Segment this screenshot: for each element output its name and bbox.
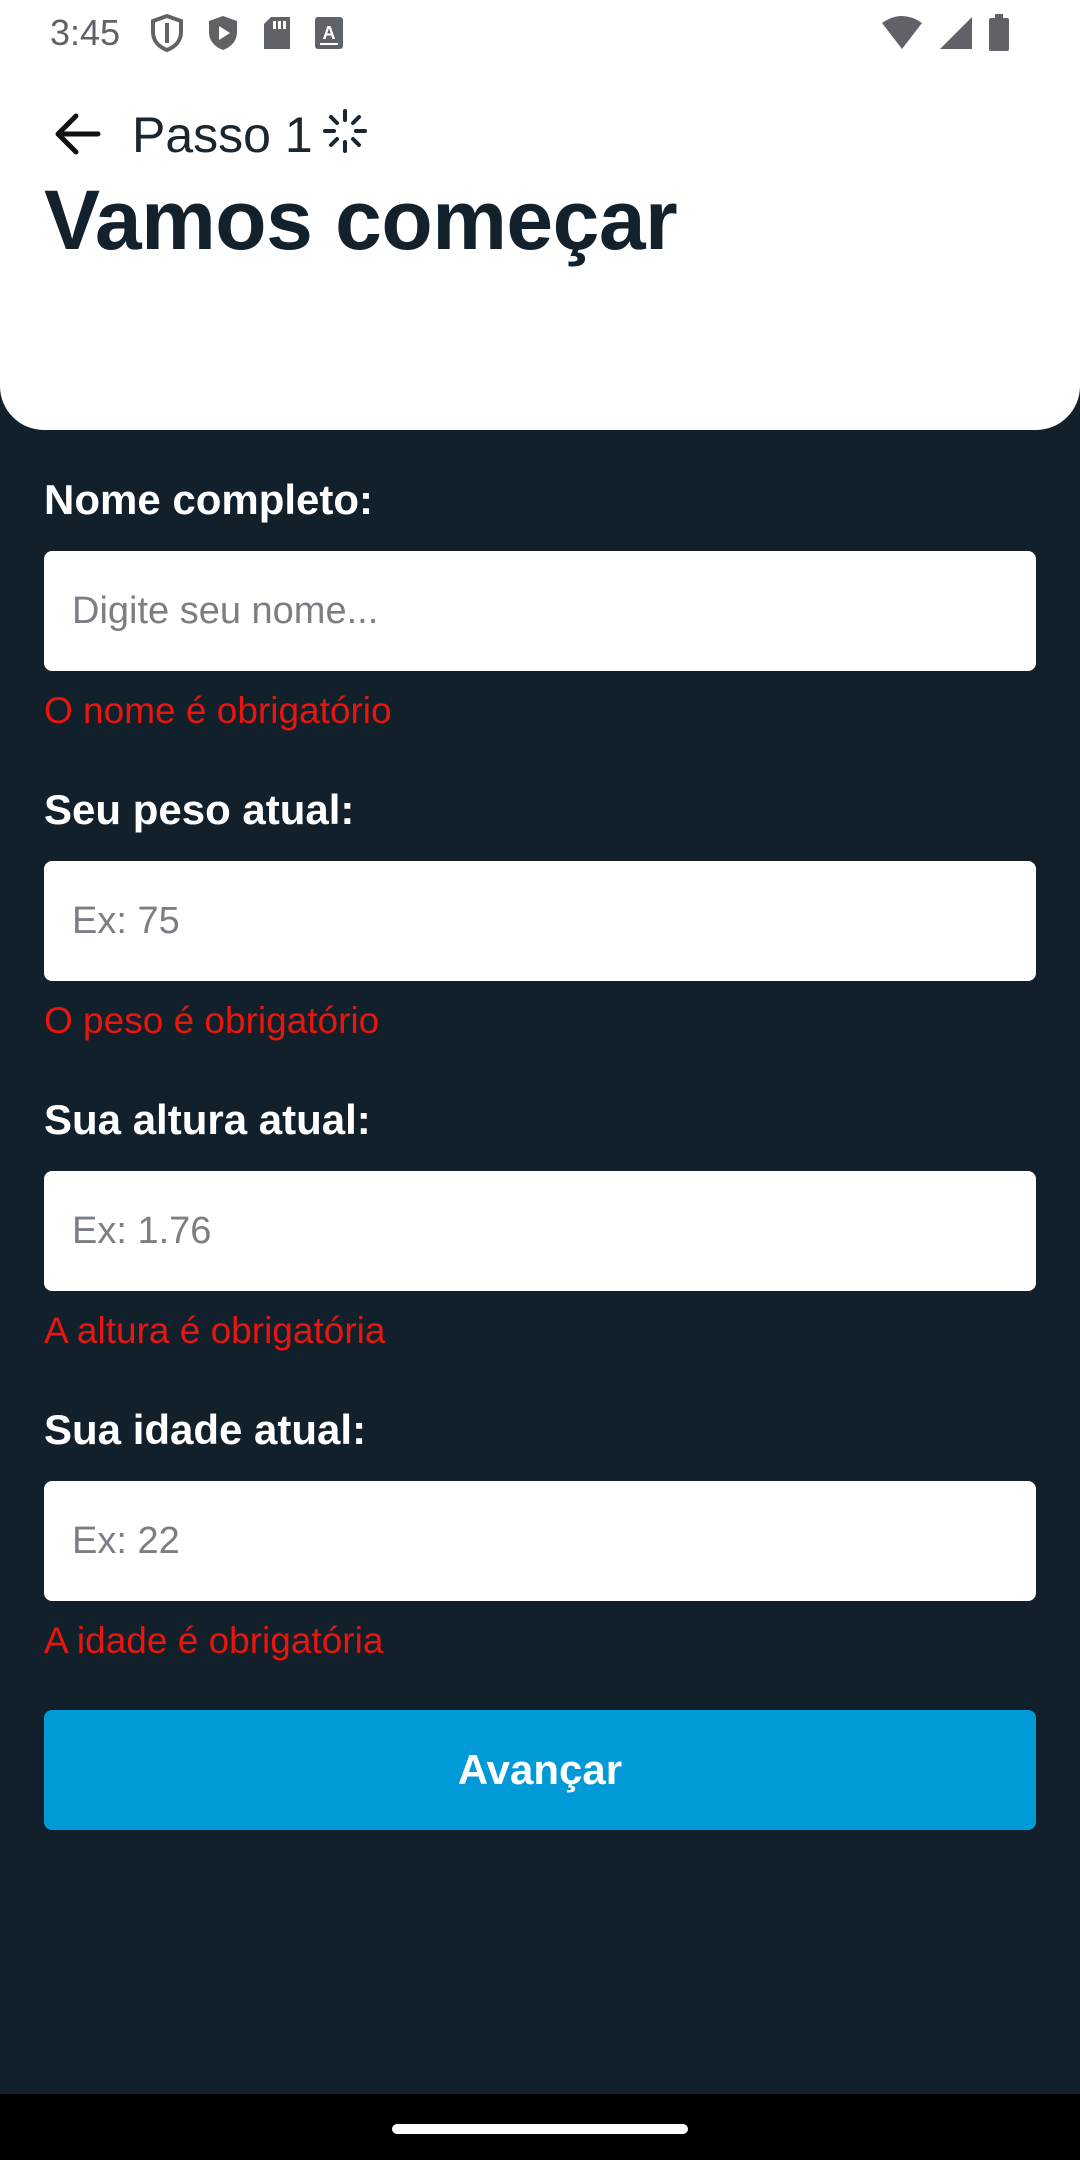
page-title: Vamos começar — [44, 173, 678, 267]
step-label: Passo 1 — [132, 107, 313, 163]
navigation-bar — [0, 2094, 1080, 2160]
age-input[interactable] — [44, 1481, 1036, 1601]
arrow-back-icon — [55, 113, 101, 155]
back-button[interactable] — [44, 102, 108, 166]
status-icons-left: A — [150, 14, 344, 52]
weight-error: O peso é obrigatório — [44, 1000, 380, 1041]
status-icons-right — [880, 14, 1010, 52]
weight-input[interactable] — [44, 861, 1036, 981]
age-label: Sua idade atual: — [44, 1406, 367, 1453]
weight-label: Seu peso atual: — [44, 786, 355, 833]
home-gesture-handle[interactable] — [392, 2124, 688, 2134]
height-label: Sua altura atual: — [44, 1096, 371, 1143]
status-bar: 3:45 A — [0, 0, 1080, 66]
age-error: A idade é obrigatória — [44, 1620, 384, 1661]
next-button[interactable]: Avançar — [44, 1710, 1036, 1830]
battery-icon — [989, 14, 1009, 51]
svg-text:A: A — [323, 23, 336, 43]
name-label: Nome completo: — [44, 476, 374, 523]
play-protect-icon — [209, 16, 237, 50]
height-input[interactable] — [44, 1171, 1036, 1291]
name-error: O nome é obrigatório — [44, 690, 392, 731]
cell-signal-icon — [940, 17, 972, 49]
wifi-icon — [882, 16, 922, 49]
name-input[interactable] — [44, 551, 1036, 671]
status-time: 3:45 — [50, 12, 121, 53]
loading-spinner-icon — [323, 109, 367, 153]
keyboard-a-icon: A — [315, 17, 343, 49]
sd-card-icon — [264, 17, 290, 49]
height-error: A altura é obrigatória — [44, 1310, 386, 1351]
shield-icon — [151, 14, 183, 52]
